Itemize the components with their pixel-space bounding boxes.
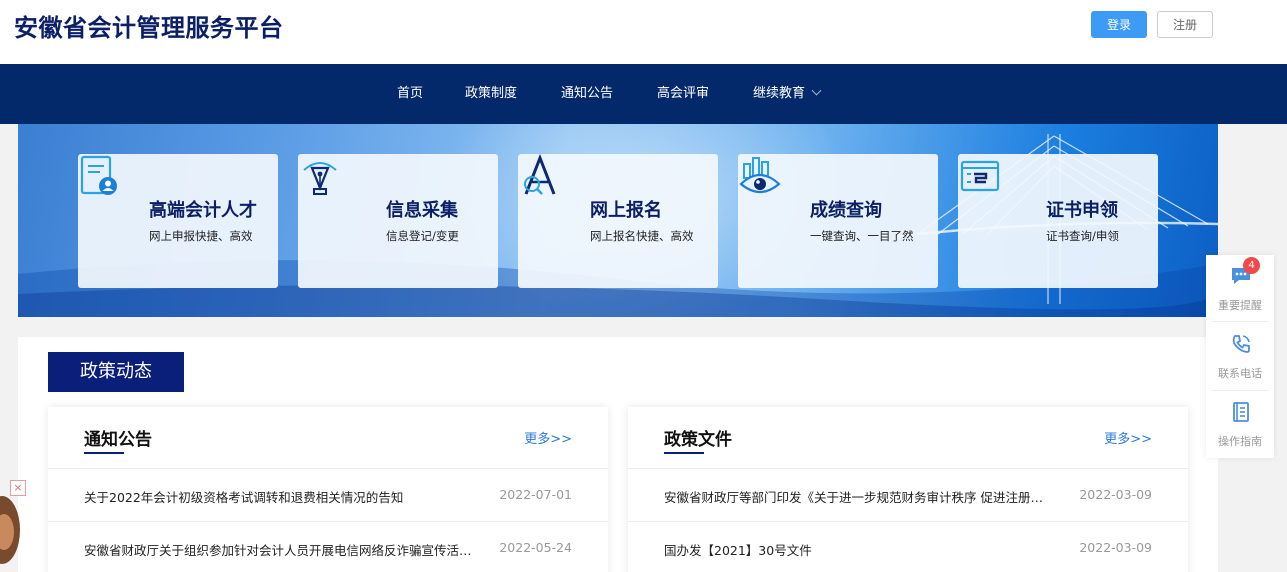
side-item-phone[interactable]: 联系电话	[1206, 323, 1274, 391]
side-item-label: 联系电话	[1218, 367, 1262, 380]
hero-banner: 高端会计人才 网上申报快捷、高效 信息采集 信息登记/变更 网上报名 网上报名快…	[18, 124, 1218, 317]
card-subtitle: 信息登记/变更	[386, 229, 459, 243]
list-item-title: 安徽省财政厅等部门印发《关于进一步规范财务审计秩序 促进注册会计师行业健康发展的…	[664, 490, 1044, 505]
person-document-icon	[80, 155, 117, 195]
service-card-info-collection[interactable]: 信息采集 信息登记/变更	[298, 154, 498, 288]
side-item-label: 操作指南	[1218, 435, 1262, 448]
top-header: 安徽省会计管理服务平台 登录 注册	[0, 0, 1287, 64]
section-title: 政策动态	[48, 352, 184, 392]
service-card-certificate[interactable]: 证书申领 证书查询/申领	[958, 154, 1158, 288]
panel-title: 通知公告	[84, 430, 152, 450]
card-title: 成绩查询	[810, 200, 882, 221]
letter-a-icon	[524, 154, 556, 195]
policy-file-panel: 政策文件 更多>> 安徽省财政厅等部门印发《关于进一步规范财务审计秩序 促进注册…	[628, 407, 1188, 572]
card-title: 网上报名	[590, 200, 662, 221]
register-button[interactable]: 注册	[1157, 11, 1213, 38]
service-card-online-registration[interactable]: 网上报名 网上报名快捷、高效	[518, 154, 718, 288]
nav-item-home[interactable]: 首页	[397, 64, 423, 124]
phone-icon	[1232, 335, 1250, 353]
list-item-title: 关于2022年会计初级资格考试调转和退费相关情况的告知	[84, 490, 404, 505]
list-item-title: 国办发【2021】30号文件	[664, 543, 812, 558]
close-icon[interactable]: ×	[10, 480, 26, 496]
list-item-date: 2022-05-24	[499, 540, 572, 555]
notification-badge: 4	[1243, 257, 1260, 274]
card-title: 高端会计人才	[149, 200, 257, 221]
eye-chart-icon	[739, 157, 781, 194]
title-underline	[664, 452, 704, 454]
service-card-talent[interactable]: 高端会计人才 网上申报快捷、高效	[78, 154, 278, 288]
title-underline	[84, 452, 124, 454]
list-item-date: 2022-03-09	[1079, 487, 1152, 502]
card-title: 信息采集	[386, 200, 458, 221]
main-nav: 首页 政策制度 通知公告 高会评审 继续教育	[0, 64, 1287, 124]
list-item-title: 安徽省财政厅关于组织参加针对会计人员开展电信网络反诈骗宣传活动的通知	[84, 543, 474, 558]
card-subtitle: 网上报名快捷、高效	[590, 229, 694, 243]
list-item[interactable]: 安徽省财政厅关于组织参加针对会计人员开展电信网络反诈骗宣传活动的通知 2022-…	[48, 522, 608, 572]
site-title[interactable]: 安徽省会计管理服务平台	[14, 8, 284, 43]
list-item[interactable]: 关于2022年会计初级资格考试调转和退费相关情况的告知 2022-07-01	[48, 469, 608, 522]
card-title: 证书申领	[1046, 200, 1118, 221]
side-item-reminder[interactable]: 4 重要提醒	[1206, 255, 1274, 323]
panel-title: 政策文件	[664, 430, 732, 450]
more-link[interactable]: 更多>>	[1104, 428, 1152, 447]
certificate-icon	[960, 160, 1000, 192]
card-subtitle: 一键查询、一目了然	[810, 229, 914, 243]
divider	[1212, 321, 1268, 322]
side-float-toolbar: 4 重要提醒 联系电话 操作指南	[1206, 255, 1274, 458]
card-subtitle: 网上申报快捷、高效	[149, 229, 253, 243]
guide-book-icon	[1233, 402, 1249, 422]
nav-item-continuing-education[interactable]: 继续教育	[753, 64, 822, 124]
list-item-date: 2022-03-09	[1079, 540, 1152, 555]
nav-item-notice[interactable]: 通知公告	[561, 64, 613, 124]
nav-item-label: 继续教育	[753, 86, 806, 101]
nav-item-policy[interactable]: 政策制度	[465, 64, 517, 124]
chevron-down-icon	[811, 85, 822, 96]
list-item[interactable]: 国办发【2021】30号文件 2022-03-09	[628, 522, 1188, 572]
list-item[interactable]: 安徽省财政厅等部门印发《关于进一步规范财务审计秩序 促进注册会计师行业健康发展的…	[628, 469, 1188, 522]
service-card-score-query[interactable]: 成绩查询 一键查询、一目了然	[738, 154, 938, 288]
policy-section: 政策动态 通知公告 更多>> 关于2022年会计初级资格考试调转和退费相关情况的…	[18, 337, 1218, 572]
side-item-label: 重要提醒	[1218, 299, 1262, 312]
list-item-date: 2022-07-01	[499, 487, 572, 502]
pen-nib-icon	[303, 162, 337, 195]
notice-panel: 通知公告 更多>> 关于2022年会计初级资格考试调转和退费相关情况的告知 20…	[48, 407, 608, 572]
card-subtitle: 证书查询/申领	[1046, 229, 1119, 243]
more-link[interactable]: 更多>>	[524, 428, 572, 447]
login-button[interactable]: 登录	[1091, 11, 1147, 38]
side-item-guide[interactable]: 操作指南	[1206, 391, 1274, 459]
nav-item-senior-review[interactable]: 高会评审	[657, 64, 709, 124]
